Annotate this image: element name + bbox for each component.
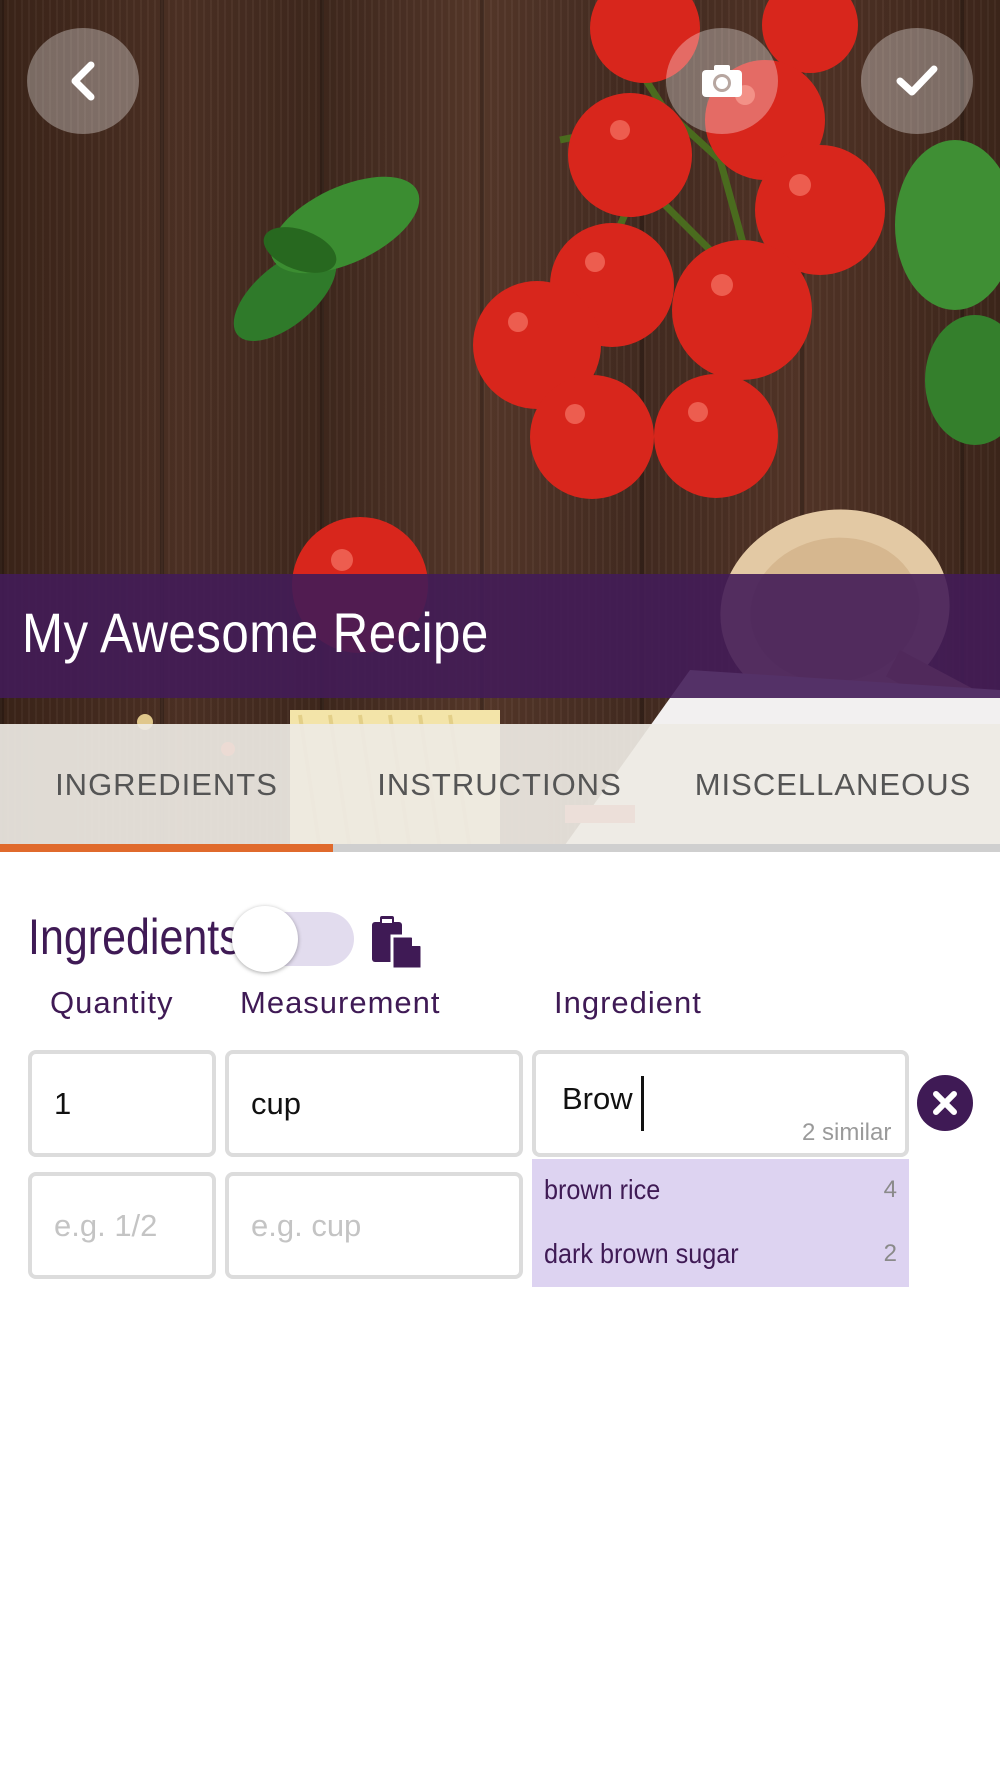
- remove-icon: [933, 1091, 957, 1115]
- camera-button[interactable]: [666, 28, 778, 134]
- tab-instructions[interactable]: INSTRUCTIONS: [333, 724, 666, 846]
- tab-ingredients[interactable]: INGREDIENTS: [0, 724, 333, 846]
- paste-icon: [372, 916, 424, 971]
- tab-miscellaneous[interactable]: MISCELLANEOUS: [666, 724, 1000, 846]
- camera-icon: [702, 65, 742, 97]
- save-confirm-button[interactable]: [861, 28, 973, 134]
- hero-image: My Awesome Recipe INGREDIENTS INSTRUCTIO…: [0, 0, 1000, 852]
- suggestion-count: 4: [883, 1176, 897, 1203]
- chevron-left-icon: [71, 61, 95, 101]
- section-title: Ingredients: [28, 909, 241, 965]
- suggestion-dropdown: brown rice 4 dark brown sugar 2: [532, 1159, 909, 1287]
- remove-row-button[interactable]: [917, 1075, 973, 1131]
- quantity-column-label: Quantity: [50, 985, 174, 1020]
- text-caret: [641, 1076, 644, 1131]
- checkmark-icon: [896, 65, 938, 96]
- measurement-input[interactable]: [225, 1050, 523, 1157]
- suggestion-count: 2: [883, 1240, 897, 1267]
- active-tab-indicator: [0, 844, 333, 852]
- quantity-input-empty[interactable]: [28, 1172, 216, 1279]
- quantity-input[interactable]: [28, 1050, 216, 1157]
- suggestion-name: brown rice: [544, 1174, 661, 1205]
- paste-button[interactable]: [370, 914, 424, 971]
- suggestion-item[interactable]: dark brown sugar 2: [532, 1223, 909, 1285]
- ingredient-column-label: Ingredient: [554, 985, 702, 1020]
- similar-count: 2 similar: [802, 1119, 892, 1146]
- suggestion-name: dark brown sugar: [544, 1238, 739, 1269]
- measurement-column-label: Measurement: [240, 985, 441, 1020]
- back-button[interactable]: [27, 28, 139, 134]
- toggle-knob[interactable]: [232, 906, 298, 972]
- recipe-title: My Awesome Recipe: [22, 601, 489, 664]
- tab-bar: INGREDIENTS INSTRUCTIONS MISCELLANEOUS: [0, 724, 1000, 852]
- suggestion-item[interactable]: brown rice 4: [532, 1159, 909, 1221]
- measurement-input-empty[interactable]: [225, 1172, 523, 1279]
